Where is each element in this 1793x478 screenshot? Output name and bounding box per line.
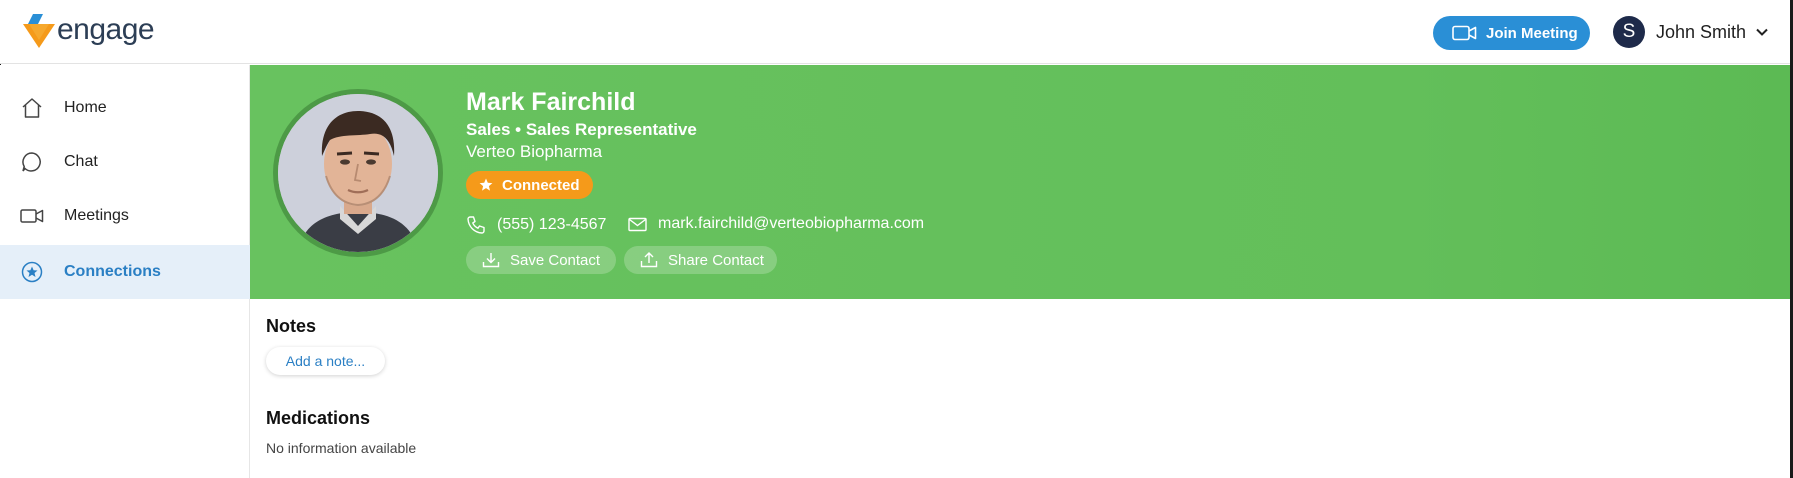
logo-mark-icon <box>23 14 55 48</box>
top-header: engage Join Meeting S John Smith <box>0 0 1793 64</box>
logo-text: engage <box>57 13 155 46</box>
connected-status-badge: Connected <box>466 171 593 199</box>
video-camera-icon <box>1452 25 1477 41</box>
contact-role: Sales • Sales Representative <box>466 120 697 139</box>
chevron-down-icon <box>1756 28 1768 36</box>
contact-company: Verteo Biopharma <box>466 142 603 161</box>
medications-heading: Medications <box>266 408 371 428</box>
sidebar-item-label: Meetings <box>64 207 129 224</box>
email-address: mark.fairchild@verteobiopharma.com <box>658 215 925 232</box>
sidebar-item-chat[interactable]: Chat <box>0 135 250 189</box>
star-circle-icon <box>20 260 44 284</box>
chat-icon <box>20 150 44 174</box>
medications-empty-text: No information available <box>266 440 417 456</box>
mail-icon <box>628 217 647 231</box>
phone-number: (555) 123-4567 <box>497 216 607 233</box>
person-portrait <box>278 94 438 252</box>
sidebar-item-connections[interactable]: Connections <box>0 245 250 299</box>
sidebar-item-label: Home <box>64 99 107 116</box>
share-contact-label: Share Contact <box>668 251 764 269</box>
status-label: Connected <box>502 176 580 194</box>
user-name: John Smith <box>1656 21 1747 42</box>
avatar: S <box>1613 16 1645 48</box>
video-icon <box>20 204 44 228</box>
user-menu[interactable]: S John Smith <box>1613 16 1769 48</box>
share-contact-button[interactable]: Share Contact <box>624 246 777 274</box>
join-meeting-button[interactable]: Join Meeting <box>1433 16 1590 50</box>
notes-heading: Notes <box>266 316 317 336</box>
star-icon <box>479 178 493 191</box>
add-note-button[interactable]: Add a note... <box>266 347 385 375</box>
sidebar-item-label: Connections <box>64 263 161 280</box>
sidebar-item-home[interactable]: Home <box>0 81 250 135</box>
profile-photo <box>273 89 443 257</box>
save-contact-label: Save Contact <box>510 251 601 269</box>
email-link[interactable]: mark.fairchild@verteobiopharma.com <box>628 215 924 233</box>
sidebar-item-label: Chat <box>64 153 98 170</box>
share-icon <box>640 252 658 268</box>
phone-link[interactable]: (555) 123-4567 <box>466 215 606 235</box>
sidebar: Home Chat Meetings Connections <box>0 65 250 478</box>
save-contact-button[interactable]: Save Contact <box>466 246 616 274</box>
sidebar-item-meetings[interactable]: Meetings <box>0 189 250 243</box>
contact-name: Mark Fairchild <box>466 88 636 116</box>
phone-icon <box>467 216 485 234</box>
download-icon <box>482 253 500 268</box>
join-meeting-label: Join Meeting <box>1486 24 1578 42</box>
engage-logo[interactable]: engage <box>23 13 155 48</box>
home-icon <box>20 96 44 120</box>
